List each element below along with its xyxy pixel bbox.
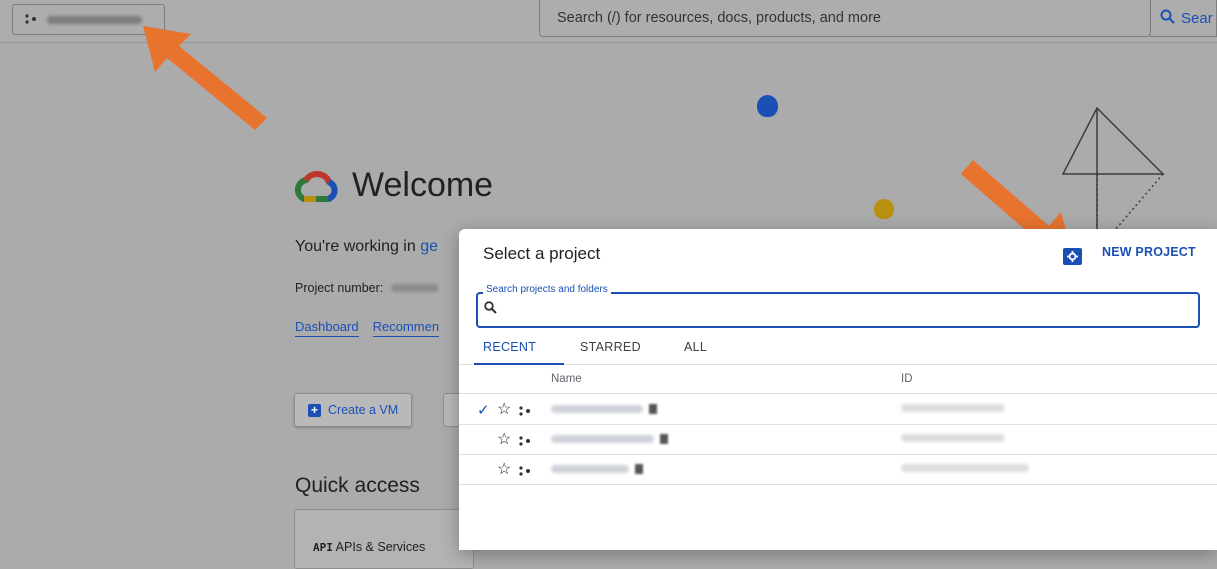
new-project-button[interactable]: NEW PROJECT [1102,245,1196,259]
decorative-yellow-shape [874,199,894,219]
select-project-dialog: Select a project NEW PROJECT Search proj… [459,229,1217,550]
search-button-label: Sear [1181,9,1213,27]
project-hierarchy-icon [519,403,531,421]
apis-services-label: APIs & Services [335,540,426,554]
project-name-redacted[interactable] [551,404,657,414]
table-row[interactable]: ✓ ☆ [459,395,1217,425]
working-in-label: You're working in [295,238,416,255]
project-number-redacted [391,284,440,292]
table-row[interactable]: ☆ [459,455,1217,485]
annotation-arrow-top-left [143,26,267,130]
welcome-title: Welcome [352,166,494,204]
check-icon: ✓ [477,402,490,419]
project-number-label: Project number: [295,281,384,295]
create-vm-label: Create a VM [328,403,399,417]
star-icon[interactable]: ☆ [497,429,511,449]
search-icon [484,301,497,319]
current-project-name-redacted [47,15,142,24]
tab-all[interactable]: ALL [684,340,707,354]
quick-access-title: Quick access [295,474,420,497]
project-id-redacted [901,404,1005,412]
create-vm-button[interactable]: + Create a VM [294,393,412,427]
api-icon: API [313,541,333,554]
search-button[interactable]: Sear [1150,0,1217,37]
star-icon[interactable]: ☆ [497,399,511,419]
search-input[interactable]: Search (/) for resources, docs, products… [539,0,1151,37]
google-cloud-logo-icon [294,169,338,203]
working-project-link[interactable]: ge [420,238,438,255]
welcome-links: Dashboard Recommen [295,319,440,337]
working-in-text: You're working in ge [295,238,438,256]
dashboard-link[interactable]: Dashboard [295,319,359,337]
project-number: Project number: [295,281,440,295]
active-tab-indicator [474,363,564,365]
decorative-blue-shape [757,95,778,117]
plus-icon: + [308,403,321,417]
column-id: ID [901,373,913,385]
project-search-input[interactable] [476,292,1200,328]
quick-access-card[interactable] [294,509,474,569]
table-row[interactable]: ☆ [459,425,1217,455]
recommendations-link[interactable]: Recommen [372,319,440,337]
project-name-redacted[interactable] [551,434,668,444]
dialog-title: Select a project [483,244,601,263]
project-id-redacted [901,434,1005,442]
gear-icon[interactable] [1063,248,1082,265]
project-hierarchy-icon [519,433,531,451]
project-search-label: Search projects and folders [483,284,611,295]
project-name-redacted[interactable] [551,464,643,474]
project-hierarchy-icon [519,463,531,481]
table-header: Name ID [459,366,1217,394]
tab-starred[interactable]: STARRED [580,340,641,354]
apis-services-item[interactable]: API APIs & Services [313,540,425,554]
project-tabs: RECENT STARRED ALL [459,333,1217,365]
column-name: Name [551,373,582,385]
tab-recent[interactable]: RECENT [483,340,536,354]
project-id-redacted [901,464,1029,472]
star-icon[interactable]: ☆ [497,459,511,479]
search-icon [1160,9,1175,28]
project-hierarchy-icon [25,11,37,29]
